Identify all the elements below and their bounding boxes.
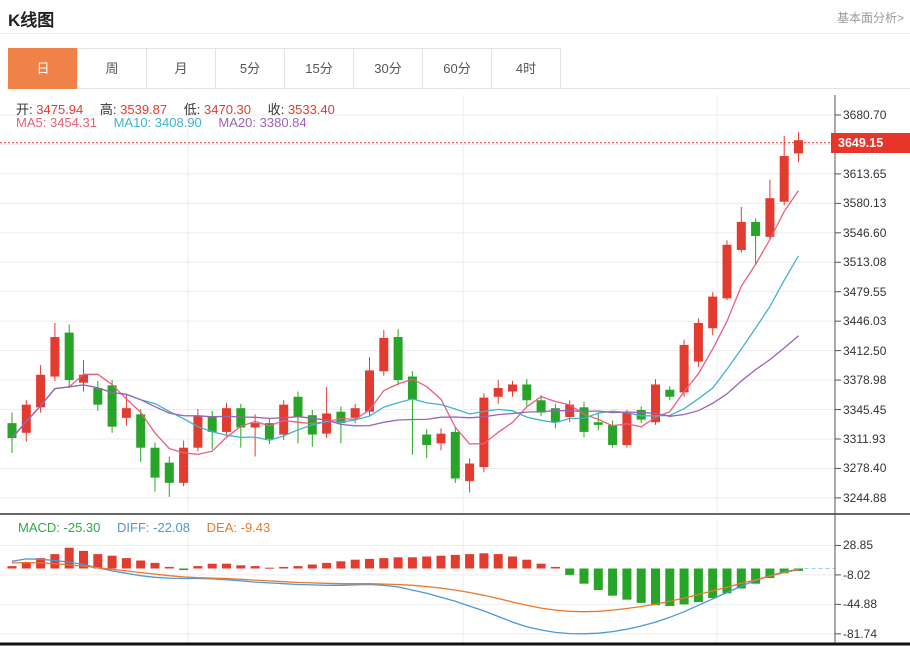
tab-4时[interactable]: 4时 — [491, 48, 561, 89]
ma10-value: 3408.90 — [155, 115, 202, 130]
price-axis-label: 3479.55 — [843, 285, 886, 299]
tab-日[interactable]: 日 — [8, 48, 78, 89]
tab-15分[interactable]: 15分 — [284, 48, 354, 89]
ma5-label: MA5: — [16, 115, 46, 130]
price-axis-label: 3546.60 — [843, 226, 886, 240]
ma-legend: MA5: 3454.31 MA10: 3408.90 MA20: 3380.84 — [16, 115, 320, 130]
price-axis-label: 3345.45 — [843, 403, 886, 417]
dea-value: -9.43 — [241, 520, 271, 535]
ma10-label: MA10: — [114, 115, 152, 130]
ma5-value: 3454.31 — [50, 115, 97, 130]
price-axis-label: 3680.70 — [843, 108, 886, 122]
price-axis-label: 3412.50 — [843, 344, 886, 358]
price-axis-label: 3378.98 — [843, 373, 886, 387]
macd-legend: MACD: -25.30 DIFF: -22.08 DEA: -9.43 — [18, 520, 283, 535]
kline-chart[interactable] — [0, 0, 910, 646]
macd-label: MACD: — [18, 520, 60, 535]
price-axis-label: 3244.88 — [843, 491, 886, 505]
macd-axis-label: -44.88 — [843, 597, 877, 611]
tab-周[interactable]: 周 — [77, 48, 147, 89]
price-axis-label: 3613.65 — [843, 167, 886, 181]
price-axis-label: 3446.03 — [843, 314, 886, 328]
price-axis-label: 3580.13 — [843, 196, 886, 210]
macd-value: -25.30 — [64, 520, 101, 535]
dea-label: DEA: — [207, 520, 237, 535]
tab-60分[interactable]: 60分 — [422, 48, 492, 89]
ma20-value: 3380.84 — [260, 115, 307, 130]
price-axis-label: 3513.08 — [843, 255, 886, 269]
tab-月[interactable]: 月 — [146, 48, 216, 89]
macd-axis-label: -81.74 — [843, 627, 877, 641]
price-axis-label: 3278.40 — [843, 461, 886, 475]
tab-30分[interactable]: 30分 — [353, 48, 423, 89]
macd-axis-label: -8.02 — [843, 568, 870, 582]
macd-axis-label: 28.85 — [843, 538, 873, 552]
interval-tab-bar: 日周月5分15分30分60分4时 — [8, 48, 561, 89]
diff-value: -22.08 — [153, 520, 190, 535]
diff-label: DIFF: — [117, 520, 150, 535]
ma20-label: MA20: — [218, 115, 256, 130]
price-axis-label: 3311.93 — [843, 432, 886, 446]
tab-5分[interactable]: 5分 — [215, 48, 285, 89]
current-price-tag: 3649.15 — [831, 133, 910, 153]
